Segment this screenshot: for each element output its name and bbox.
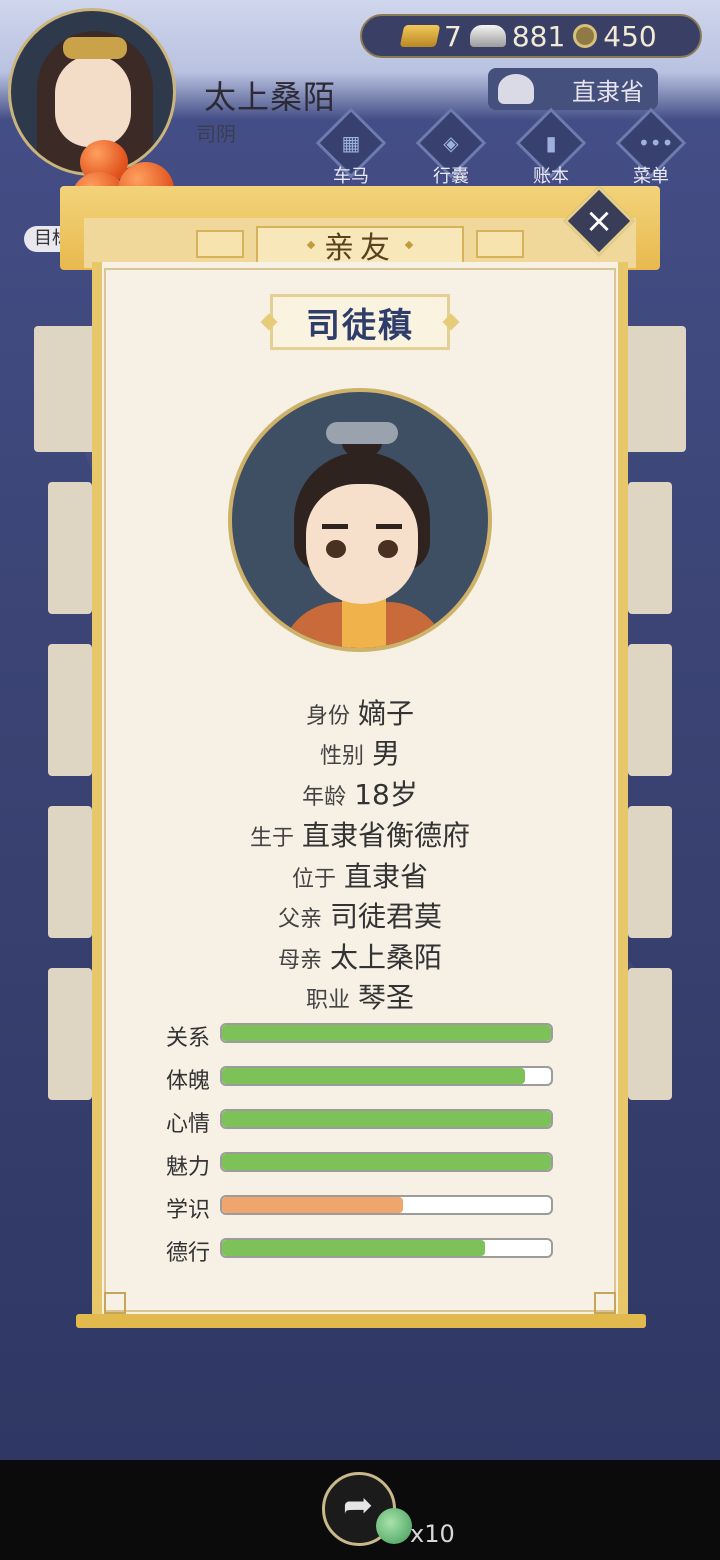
location-button[interactable]: 直隶省: [488, 68, 658, 110]
stat-label-relationship: 关系: [166, 1026, 211, 1051]
portrait-eye: [326, 540, 346, 558]
info-value: 司徒君莫: [330, 900, 443, 933]
portrait-collar: [342, 598, 386, 648]
scroll-bottom-rod: [76, 1314, 646, 1328]
menu-label: 菜单: [633, 166, 669, 187]
info-row-age: 年龄 18岁: [0, 773, 720, 813]
dialog-title-text: 亲友: [324, 231, 396, 266]
portrait-eye: [378, 540, 398, 558]
portrait-face: [306, 484, 418, 604]
stat-bar-fill: [222, 1197, 403, 1213]
stat-bar-fill: [222, 1025, 551, 1041]
title-dot: [306, 240, 316, 250]
portrait-brow: [376, 524, 402, 529]
silver-amount: 881: [511, 19, 566, 53]
coin-currency: 450: [573, 19, 657, 53]
background-card: [628, 482, 672, 614]
close-icon[interactable]: ×: [574, 196, 624, 246]
stat-bar-mood: [220, 1109, 553, 1129]
menu-label: 行囊: [433, 166, 469, 187]
portrait-brow: [322, 524, 348, 529]
ledger-icon: ▮: [545, 131, 557, 155]
stat-label-charm: 魅力: [166, 1155, 211, 1180]
menu-label: 账本: [533, 166, 569, 187]
info-value: 直隶省衡德府: [302, 819, 471, 852]
location-label: 直隶省: [572, 77, 644, 106]
menu-label: 车马: [333, 166, 369, 187]
silver-ingot-icon: [469, 25, 506, 47]
stat-bar-charm: [220, 1152, 553, 1172]
corner-ornament: [104, 1292, 126, 1314]
info-key: 位于: [291, 867, 336, 892]
stat-bar-fill: [222, 1154, 551, 1170]
character-portrait: [228, 388, 492, 652]
info-key: 母亲: [277, 948, 322, 973]
share-reward-count: x10: [410, 1520, 455, 1548]
menu-more[interactable]: ••• 菜单: [615, 107, 687, 187]
silver-currency: 881: [469, 19, 566, 53]
character-name: 司徒稹: [306, 305, 414, 346]
info-key: 身份: [305, 704, 350, 729]
info-row-identity: 身份 嫡子: [0, 692, 720, 732]
gold-amount: 7: [444, 19, 462, 53]
menu-ledger[interactable]: ▮ 账本: [515, 107, 587, 187]
stat-bar-fill: [222, 1111, 551, 1127]
stat-label-virtue: 德行: [166, 1241, 211, 1266]
info-row-occupation: 职业 琴圣: [0, 976, 720, 1016]
info-row-mother: 母亲 太上桑陌: [0, 936, 720, 976]
stat-label-physique: 体魄: [166, 1069, 211, 1094]
info-row-location: 位于 直隶省: [0, 855, 720, 895]
info-value: 琴圣: [358, 981, 415, 1014]
menu-carriage[interactable]: ▦ 车马: [315, 107, 387, 187]
info-value: 男: [372, 737, 401, 770]
gold-ingot-icon: [399, 25, 441, 47]
coin-amount: 450: [603, 19, 657, 53]
info-row-birthplace: 生于 直隶省衡德府: [0, 814, 720, 854]
dialog-title: 亲友: [256, 226, 464, 266]
info-row-father: 父亲 司徒君莫: [0, 895, 720, 935]
info-value: 18岁: [354, 778, 418, 811]
background-card: [48, 482, 92, 614]
header-plate-right: [476, 230, 524, 258]
info-key: 父亲: [277, 907, 322, 932]
info-value: 太上桑陌: [330, 941, 443, 974]
share-icon[interactable]: ➦: [336, 1486, 380, 1526]
stat-bar-relationship: [220, 1023, 553, 1043]
player-name: 太上桑陌: [204, 78, 337, 116]
info-value: 直隶省: [344, 860, 429, 893]
info-key: 生于: [249, 826, 294, 851]
player-title: 司阴: [196, 122, 236, 146]
more-icon: •••: [638, 131, 674, 155]
info-key: 职业: [305, 988, 350, 1013]
avatar-face: [55, 55, 131, 147]
title-dot: [404, 240, 414, 250]
stat-bar-physique: [220, 1066, 553, 1086]
character-name-plate: 司徒稹: [270, 294, 450, 350]
stat-bar-fill: [222, 1240, 486, 1256]
portrait-hair-ornament: [326, 422, 398, 444]
background-card: [620, 326, 686, 452]
stat-bar-virtue: [220, 1238, 553, 1258]
jade-token-icon: [376, 1508, 412, 1544]
menu-bag[interactable]: ◈ 行囊: [415, 107, 487, 187]
info-value: 嫡子: [358, 697, 415, 730]
info-key: 性别: [319, 744, 364, 769]
coin-icon: [573, 24, 598, 48]
stat-bar-knowledge: [220, 1195, 553, 1215]
gold-currency: 7: [399, 19, 462, 53]
stat-bar-fill: [222, 1068, 525, 1084]
header-plate-left: [196, 230, 244, 258]
bag-icon: ◈: [443, 131, 459, 155]
location-icon: [498, 74, 534, 104]
corner-ornament: [594, 1292, 616, 1314]
currency-bar: 7 881 450: [360, 14, 702, 58]
stat-label-mood: 心情: [166, 1112, 211, 1137]
avatar-crown: [63, 37, 127, 59]
info-row-gender: 性别男: [0, 732, 720, 772]
carriage-icon: ▦: [341, 131, 361, 155]
stat-label-knowledge: 学识: [166, 1198, 211, 1223]
info-key: 年龄: [302, 785, 347, 810]
